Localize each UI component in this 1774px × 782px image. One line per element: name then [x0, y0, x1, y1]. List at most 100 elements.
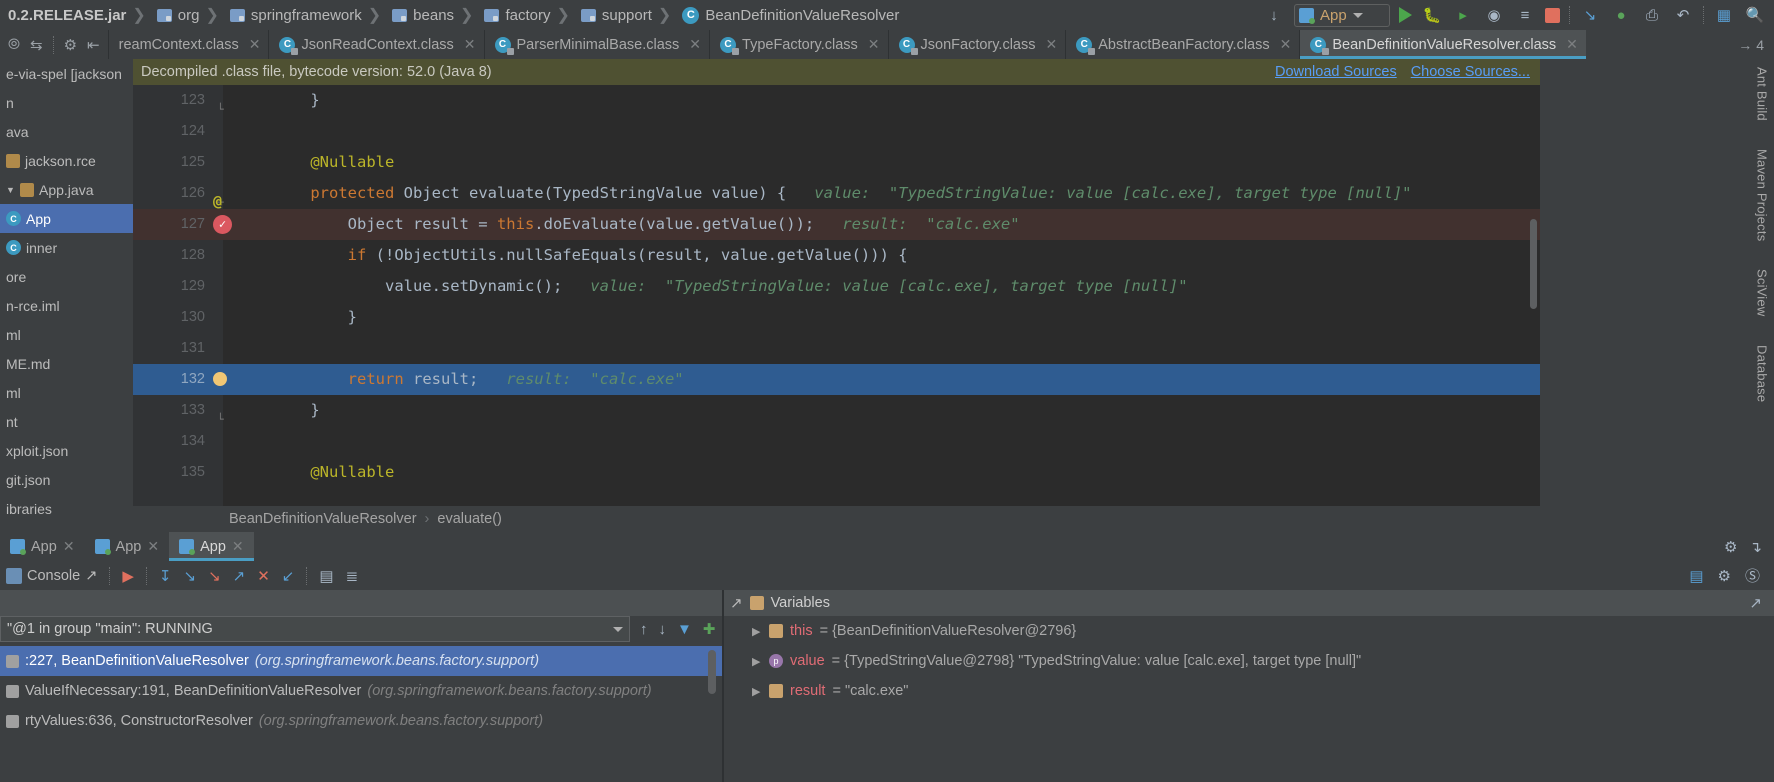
debug-tab-1[interactable]: App ✕ — [85, 532, 170, 561]
filter-frames-icon[interactable]: ▼ — [677, 621, 692, 638]
download-sources-link[interactable]: Download Sources — [1275, 64, 1397, 80]
tool-button-ant-build[interactable]: Ant Build — [1755, 67, 1770, 121]
code-line[interactable]: 123 └ } — [133, 85, 1540, 116]
close-icon[interactable]: ✕ — [689, 36, 701, 53]
show-execution-point-icon[interactable]: ▶ — [122, 567, 134, 585]
editor-tab-4[interactable]: C JsonFactory.class ✕ — [887, 30, 1066, 59]
project-item-12[interactable]: nt — [0, 407, 133, 436]
frame-row-2[interactable]: rtyValues:636, ConstructorResolver (org.… — [0, 706, 722, 736]
step-over-icon[interactable]: ↧ — [159, 567, 172, 585]
tool-button-sciview[interactable]: SciView — [1755, 269, 1770, 316]
close-icon[interactable]: ✕ — [868, 36, 880, 53]
close-icon[interactable]: ✕ — [1566, 36, 1578, 53]
code-line[interactable]: 124 — [133, 116, 1540, 147]
expand-collapse-icon[interactable]: ⇆ — [30, 36, 43, 54]
code-line[interactable]: 129 value.setDynamic(); value: "TypedStr… — [133, 271, 1540, 302]
chevron-right-icon[interactable]: ▶ — [752, 625, 762, 638]
breadcrumb-item-org[interactable]: org ❯ — [153, 0, 226, 30]
frame-row-0[interactable]: :227, BeanDefinitionValueResolver (org.s… — [0, 646, 722, 676]
project-item-3[interactable]: jackson.rce — [0, 146, 133, 175]
close-icon[interactable]: ✕ — [63, 538, 75, 555]
project-item-13[interactable]: xploit.json — [0, 436, 133, 465]
frames-scrollbar[interactable] — [708, 650, 716, 694]
thread-up-icon[interactable]: ↑ — [640, 621, 648, 638]
add-to-watches-icon[interactable]: ✚ — [703, 620, 716, 638]
project-item-14[interactable]: git.json — [0, 465, 133, 494]
expand-pane-icon[interactable]: ↗ — [1749, 594, 1774, 612]
chevron-right-icon[interactable]: ▶ — [752, 655, 762, 668]
restore-layout-icon[interactable]: ↗ — [85, 568, 97, 584]
update-app-icon[interactable]: ⎙ — [1641, 4, 1663, 26]
variable-row-this[interactable]: ▶ this = {BeanDefinitionValueResolver@27… — [724, 616, 1774, 646]
layout-settings-icon[interactable]: ▤ — [1689, 567, 1703, 585]
restore-layout-icon[interactable]: ↗ — [730, 594, 743, 612]
breadcrumb-item-factory[interactable]: factory ❯ — [480, 0, 576, 30]
project-item-0[interactable]: e-via-spel [jackson — [0, 59, 133, 88]
close-icon[interactable]: ✕ — [464, 36, 476, 53]
debug-tab-0[interactable]: App ✕ — [0, 532, 85, 561]
evaluate-expression-icon[interactable]: ▤ — [319, 567, 333, 585]
choose-sources-link[interactable]: Choose Sources... — [1411, 64, 1530, 80]
code-line[interactable]: 134 — [133, 426, 1540, 457]
tab-overflow-count[interactable]: → 4 — [1728, 30, 1774, 59]
code-line[interactable]: 133 └ } — [133, 395, 1540, 426]
project-item-8[interactable]: n-rce.iml — [0, 291, 133, 320]
breadcrumb-item-jar[interactable]: 0.2.RELEASE.jar ❯ — [4, 0, 153, 30]
thread-down-icon[interactable]: ↓ — [659, 621, 667, 638]
close-icon[interactable]: ✕ — [249, 36, 261, 53]
stop-icon[interactable] — [1545, 7, 1560, 23]
close-icon[interactable]: ✕ — [232, 538, 244, 555]
editor-tab-0[interactable]: reamContext.class ✕ — [107, 30, 269, 59]
code-line[interactable]: 127 ✓ Object result = this.doEvaluate(val… — [133, 209, 1540, 240]
close-icon[interactable]: ✕ — [1046, 36, 1058, 53]
variable-row-value[interactable]: ▶ p value = {TypedStringValue@2798} "Typ… — [724, 646, 1774, 676]
breadcrumb-item-springframework[interactable]: springframework ❯ — [226, 0, 388, 30]
locate-icon[interactable]: ⦾ — [8, 36, 20, 53]
editor-code-area[interactable]: 123 └ } 124 125 @Nullable 126 ─ @ protected Ob… — [133, 85, 1540, 532]
run-icon[interactable] — [1399, 7, 1412, 23]
debug-tab-2[interactable]: App ✕ — [169, 532, 254, 561]
hide-icon[interactable]: ⇤ — [87, 36, 100, 54]
breakpoint-icon[interactable]: ✓ — [213, 215, 232, 234]
variable-row-result[interactable]: ▶ result = "calc.exe" — [724, 676, 1774, 706]
code-line[interactable]: 135 @Nullable — [133, 457, 1540, 488]
project-item-1[interactable]: n — [0, 88, 133, 117]
compile-icon[interactable]: ↓ — [1263, 4, 1285, 26]
project-item-9[interactable]: ml — [0, 320, 133, 349]
code-line[interactable]: 126 ─ @ protected Object evaluate(TypedStr… — [133, 178, 1540, 210]
project-item-2[interactable]: ava — [0, 117, 133, 146]
search-icon[interactable]: 🔍 — [1744, 4, 1766, 26]
code-line[interactable]: 128 if (!ObjectUtils.nullSafeEquals(resu… — [133, 240, 1540, 271]
attach-debugger-icon[interactable]: ↘ — [1579, 4, 1601, 26]
editor-tab-1[interactable]: C JsonReadContext.class ✕ — [268, 30, 483, 59]
run-to-cursor-icon[interactable]: ↙ — [282, 567, 295, 585]
editor-vertical-scrollbar[interactable] — [1530, 219, 1537, 309]
layout-icon[interactable]: ▦ — [1713, 4, 1735, 26]
intention-bulb-icon[interactable] — [213, 372, 227, 386]
project-item-app-class[interactable]: C App — [0, 204, 133, 233]
project-item-15[interactable]: ibraries — [0, 494, 133, 523]
frames-list[interactable]: :227, BeanDefinitionValueResolver (org.s… — [0, 646, 722, 782]
drop-frame-icon[interactable]: ✕ — [257, 567, 270, 585]
mute-breakpoints-icon[interactable]: Ⓢ — [1745, 565, 1760, 586]
tool-button-maven-projects[interactable]: Maven Projects — [1755, 149, 1770, 241]
breadcrumb-class-label[interactable]: BeanDefinitionValueResolver — [229, 511, 417, 527]
structure-icon[interactable]: ● — [1610, 4, 1632, 26]
project-item-10[interactable]: ME.md — [0, 349, 133, 378]
code-line[interactable]: 132 return result; result: "calc.exe" — [133, 364, 1540, 395]
close-icon[interactable]: ✕ — [147, 538, 159, 555]
code-line[interactable]: 130 } — [133, 302, 1540, 333]
breadcrumb-item-support[interactable]: support ❯ — [577, 0, 678, 30]
project-item-7[interactable]: ore — [0, 262, 133, 291]
editor-tab-5[interactable]: C AbstractBeanFactory.class ✕ — [1065, 30, 1299, 59]
step-out-icon[interactable]: ↗ — [233, 567, 246, 585]
debug-icon[interactable]: 🐛 — [1421, 4, 1443, 26]
sort-icon[interactable]: ≣ — [346, 567, 359, 585]
settings-icon[interactable]: ⚙ — [1718, 567, 1731, 585]
gear-icon[interactable]: ⚙ — [64, 36, 77, 54]
chevron-right-icon[interactable]: ▶ — [752, 685, 762, 698]
project-item-11[interactable]: ml — [0, 378, 133, 407]
minimize-icon[interactable]: ↴ — [1749, 538, 1762, 556]
breadcrumb-method-label[interactable]: evaluate() — [437, 511, 501, 527]
frame-row-1[interactable]: ValueIfNecessary:191, BeanDefinitionValu… — [0, 676, 722, 706]
